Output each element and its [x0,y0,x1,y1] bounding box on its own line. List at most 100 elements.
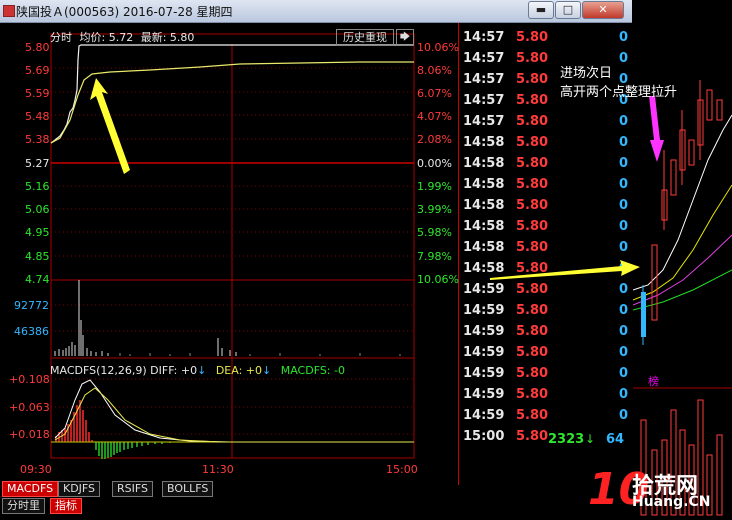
tick-row: 14:59 5.80 0 [460,366,632,387]
tick-time: 14:59 [463,366,505,381]
tick-row: 14:59 5.80 0 [460,324,632,345]
price-tick: 5.38 [25,133,50,146]
pct-tick: 10.06% [417,273,459,286]
price-tick: 5.16 [25,180,50,193]
volume-bars [54,280,237,356]
price-tick: 5.27 [25,157,50,170]
minimize-button[interactable]: ▬ [528,1,554,19]
tick-volume: 0 [618,408,628,423]
tick-volume: 0 [618,30,628,45]
volume-tick: 46386 [14,325,49,338]
tick-time: 14:58 [463,219,505,234]
price-tick: 5.06 [25,203,50,216]
tick-price: 5.80 [516,114,549,129]
tick-time: 14:58 [463,156,505,171]
time-tick: 15:00 [386,463,418,476]
tick-volume: 0 [618,198,628,213]
pct-tick: 5.98% [417,226,452,239]
down-arrow-icon: ↓ [197,364,207,377]
history-replay-button[interactable]: 历史重现 [336,29,394,46]
macd-tick: +0.018 [9,428,50,441]
macd-dea: DEA: +0 [215,364,262,377]
tick-time: 14:58 [463,177,505,192]
time-tick: 09:30 [20,463,52,476]
latest-price-label: 最新: 5.80 [140,31,195,44]
tick-volume: 0 [618,366,628,381]
tick-price: 5.80 [516,429,549,444]
tick-price: 5.80 [516,345,549,360]
tick-price: 5.80 [516,408,549,423]
tick-volume: 0 [618,177,628,192]
pct-tick: 4.07% [417,110,452,123]
tick-volume: 0 [618,219,628,234]
tick-price: 5.80 [516,198,549,213]
macd-diff-line [54,379,414,443]
tick-row: 14:58 5.80 0 [460,198,632,219]
tick-volume: 0 [618,135,628,150]
tick-time: 14:58 [463,198,505,213]
tick-row: 14:58 5.80 0 [460,135,632,156]
tab-indicator[interactable]: 指标 [50,498,82,514]
annotation-line: 进场次日 [560,66,613,81]
pct-tick: 8.06% [417,64,452,77]
tick-row: 14:57 5.80 0 [460,114,632,135]
chart-header: 分时 均价: 5.72 最新: 5.80 [50,29,194,45]
tick-time: 14:59 [463,408,505,423]
last-count: 64 [606,432,625,447]
volume-tick: 92772 [14,299,49,312]
pin-icon[interactable]: 🡆 [396,29,414,46]
tick-price: 5.80 [516,366,549,381]
tick-price: 5.80 [516,72,549,87]
long-arrow-svg [490,260,640,280]
annotation-text: 进场次日 高开两个点整理拉升 [560,64,677,102]
tick-row: 14:57 5.80 0 [460,30,632,51]
macd-label: MACDFS(12,26,9) [50,364,147,377]
tick-price: 5.80 [516,93,549,108]
macd-green-bars [95,442,171,459]
tick-time: 14:59 [463,303,505,318]
macd-tick: +0.063 [9,401,50,414]
maximize-button[interactable]: □ [555,1,581,19]
pct-tick: 10.06% [417,41,459,54]
tick-price: 5.80 [516,219,549,234]
tick-row: 14:58 5.80 0 [460,156,632,177]
tick-price: 5.80 [516,303,549,318]
macd-header: MACDFS(12,26,9) DIFF: +0↓ DEA: +0↓ MACDF… [50,364,345,377]
pct-tick: 7.98% [417,250,452,263]
close-button[interactable]: ✕ [582,1,624,19]
tick-price: 5.80 [516,30,549,45]
long-yellow-arrow [490,260,640,280]
annotation-line: 高开两个点整理拉升 [560,85,678,100]
tick-time: 14:59 [463,387,505,402]
price-tick: 4.74 [25,273,50,286]
rank-badge: 榜 [648,375,659,388]
pct-tick: 3.99% [417,203,452,216]
macd-diff: DIFF: +0 [150,364,198,377]
price-tick: 5.69 [25,64,50,77]
pct-tick: 2.08% [417,133,452,146]
volume-bars-small [119,353,401,356]
tick-time: 14:59 [463,345,505,360]
tab-macdfs[interactable]: MACDFS [2,481,59,497]
down-arrow-icon: ↓ [585,432,596,446]
tab-kdjfs[interactable]: KDJFS [58,481,101,497]
tab-rsifs[interactable]: RSIFS [112,481,153,497]
fenshi-label: 分时 [50,31,72,44]
tick-volume: 0 [618,324,628,339]
tick-time: 14:57 [463,72,505,87]
tick-volume: 0 [618,345,628,360]
tick-time: 15:00 [463,429,505,444]
tick-time: 14:59 [463,324,505,339]
tick-price: 5.80 [516,135,549,150]
tick-row: 14:59 5.80 0 [460,387,632,408]
tick-row: 14:59 5.80 0 [460,408,632,429]
tick-row: 14:58 5.80 0 [460,219,632,240]
last-volume: 2323 [548,432,585,447]
price-tick: 5.48 [25,110,50,123]
tab-fenshi[interactable]: 分时里 [2,498,45,514]
tick-time: 14:57 [463,93,505,108]
price-tick: 4.85 [25,250,50,263]
tick-price: 5.80 [516,177,549,192]
tick-volume: 0 [618,114,628,129]
tab-bollfs[interactable]: BOLLFS [162,481,214,497]
